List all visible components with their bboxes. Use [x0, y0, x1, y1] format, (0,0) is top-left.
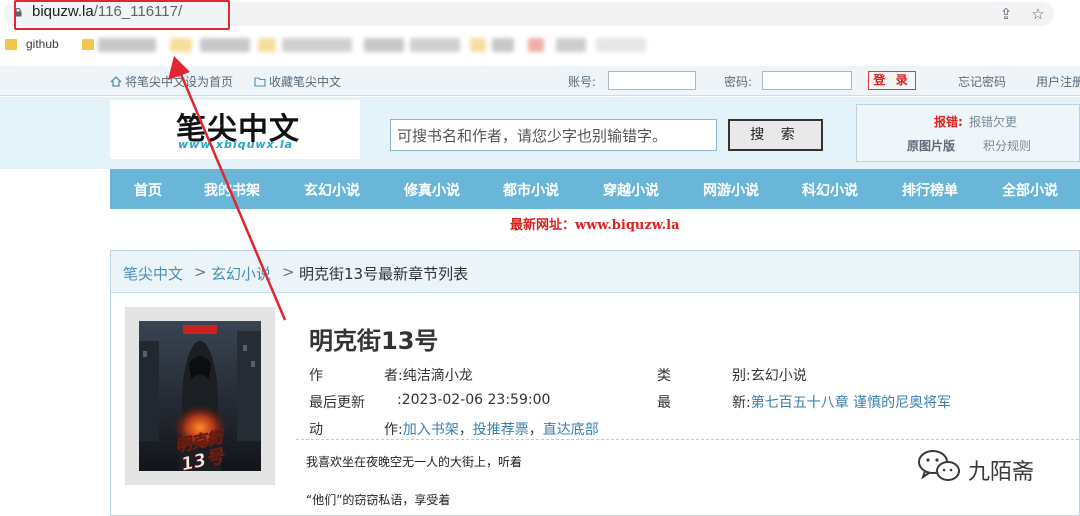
- breadcrumb-separator: >: [282, 263, 295, 281]
- category-row: 别:玄幻小说: [732, 365, 807, 385]
- book-title: 明克街13号: [309, 327, 439, 355]
- star-icon[interactable]: ☆: [1028, 4, 1048, 24]
- address-bar-row: biquzw.la/116_116117/ ⇪ ☆: [0, 0, 1080, 30]
- report-link[interactable]: 报错欠更: [969, 113, 1017, 130]
- author-label-a: 作: [309, 368, 323, 384]
- nav-item-xiuzhen[interactable]: 修真小说: [404, 180, 460, 200]
- wechat-icon: [918, 450, 960, 481]
- nav-item-ranking[interactable]: 排行榜单: [902, 180, 958, 200]
- password-label: 密码:: [724, 75, 753, 89]
- blurred-bookmark[interactable]: [556, 38, 586, 52]
- action-row: 作:加入书架，投推荐票，直达底部: [384, 419, 599, 439]
- intro-line: “他们”的窃窃私语，享受着: [306, 493, 451, 507]
- notice-url: www.biquzw.la: [575, 218, 680, 233]
- blurred-bookmark[interactable]: [470, 38, 486, 52]
- logo-url: www.xbiquwx.la: [178, 138, 294, 151]
- blurred-bookmark[interactable]: [410, 38, 460, 52]
- main-nav: 首页 我的书架 玄幻小说 修真小说 都市小说 穿越小说 网游小说 科幻小说 排行…: [110, 169, 1080, 209]
- password-input[interactable]: [762, 71, 852, 90]
- annotation-highlight-box: [14, 0, 230, 30]
- blurred-bookmark[interactable]: [282, 38, 352, 52]
- nav-item-xuanhuan[interactable]: 玄幻小说: [304, 180, 360, 200]
- breadcrumb-separator: >: [194, 263, 207, 281]
- browser-chrome: biquzw.la/116_116117/ ⇪ ☆ github: [0, 0, 1080, 64]
- updated-label: 最后更新: [309, 395, 365, 411]
- set-homepage-link[interactable]: 将笔尖中文设为首页: [110, 73, 233, 90]
- report-label: 报错:: [934, 115, 963, 129]
- author-name: 纯洁滴小龙: [402, 368, 473, 384]
- share-icon[interactable]: ⇪: [996, 4, 1016, 24]
- bookmark-site-link[interactable]: 收藏笔尖中文: [254, 73, 341, 90]
- category-label-b: 别:: [732, 368, 751, 384]
- action-label-b: 作:: [384, 422, 403, 438]
- home-icon: [110, 76, 122, 87]
- folder-icon: [254, 77, 266, 87]
- search-button[interactable]: 搜 索: [728, 119, 823, 151]
- search-input[interactable]: 可搜书名和作者，请您少字也别输错字。: [390, 119, 717, 151]
- blurred-bookmark[interactable]: [492, 38, 514, 52]
- breadcrumb: 笔尖中文 > 玄幻小说 > 明克街13号最新章节列表: [111, 251, 1079, 293]
- updated-value: :2023-02-06 23:59:00: [397, 392, 551, 408]
- breadcrumb-current: 明克街13号最新章节列表: [299, 265, 469, 283]
- watermark-text: 九陌斋: [968, 460, 1035, 485]
- blurred-bookmark[interactable]: [258, 38, 276, 52]
- site-top-bar: 将笔尖中文设为首页 收藏笔尖中文 账号: 密码: 登 录 忘记密码 用户注册: [0, 66, 1080, 96]
- publisher-badge: [183, 325, 217, 334]
- cover-art: 明克街 13号: [139, 321, 261, 471]
- blurred-bookmark[interactable]: [98, 38, 156, 52]
- nav-item-dushi[interactable]: 都市小说: [503, 180, 559, 200]
- nav-item-wangyou[interactable]: 网游小说: [703, 180, 759, 200]
- book-cover-frame: 明克街 13号: [125, 307, 275, 485]
- nav-item-bookshelf[interactable]: 我的书架: [204, 180, 260, 200]
- bookmarks-bar: github: [0, 32, 1080, 58]
- divider: [296, 439, 1079, 440]
- original-pic-link[interactable]: 原图片版: [907, 137, 955, 154]
- blurred-bookmark[interactable]: [596, 38, 646, 52]
- intro-line: 我喜欢坐在夜晚空无一人的大街上，听着: [306, 455, 523, 469]
- author-row: 者:纯洁滴小龙: [384, 365, 473, 385]
- forgot-password-link[interactable]: 忘记密码: [958, 73, 1006, 90]
- add-to-shelf-link[interactable]: 加入书架: [403, 422, 459, 438]
- breadcrumb-home[interactable]: 笔尖中文: [123, 263, 183, 284]
- set-homepage-label: 将笔尖中文设为首页: [125, 75, 234, 89]
- blurred-bookmark[interactable]: [528, 38, 544, 52]
- blurred-bookmark[interactable]: [170, 38, 192, 52]
- account-input[interactable]: [608, 71, 696, 90]
- blurred-bookmark[interactable]: [364, 38, 404, 52]
- action-separator: ，: [458, 422, 473, 438]
- bookmark-site-label: 收藏笔尖中文: [269, 75, 342, 89]
- latest-label-a: 最: [657, 395, 671, 411]
- watermark: 九陌斋: [916, 446, 1034, 490]
- action-separator: ，: [528, 422, 543, 438]
- bookmark-github[interactable]: github: [26, 37, 59, 51]
- blurred-bookmark[interactable]: [200, 38, 250, 52]
- action-label-a: 动: [309, 422, 323, 438]
- latest-row: 新:第七百五十八章 谨慎的尼奥将军: [732, 392, 951, 412]
- latest-chapter-link[interactable]: 第七百五十八章 谨慎的尼奥将军: [751, 395, 951, 411]
- book-cover-image[interactable]: 明克街 13号: [139, 321, 261, 471]
- login-button[interactable]: 登 录: [868, 71, 916, 90]
- register-link[interactable]: 用户注册: [1036, 73, 1080, 90]
- folder-icon: [82, 39, 94, 50]
- breadcrumb-category[interactable]: 玄幻小说: [211, 263, 271, 284]
- notice-label: 最新网址：: [510, 218, 576, 233]
- side-links-box: 报错: 报错欠更 原图片版 积分规则: [856, 104, 1080, 162]
- category-label-a: 类: [657, 368, 671, 384]
- category-value: 玄幻小说: [750, 368, 807, 384]
- account-label: 账号:: [568, 75, 597, 89]
- nav-item-chuanyue[interactable]: 穿越小说: [603, 180, 659, 200]
- points-rules-link[interactable]: 积分规则: [983, 137, 1031, 154]
- author-label-b: 者:: [384, 368, 403, 384]
- nav-item-all[interactable]: 全部小说: [1002, 180, 1058, 200]
- recommend-vote-link[interactable]: 投推荐票: [473, 422, 529, 438]
- nav-item-home[interactable]: 首页: [134, 180, 162, 200]
- latest-url-notice: 最新网址：www.biquzw.la: [510, 214, 680, 233]
- nav-item-kehuan[interactable]: 科幻小说: [802, 180, 858, 200]
- go-to-bottom-link[interactable]: 直达底部: [543, 422, 599, 438]
- site-logo[interactable]: 笔尖中文 www.xbiquwx.la: [110, 100, 360, 159]
- latest-label-b: 新:: [732, 395, 751, 411]
- folder-icon: [5, 39, 17, 50]
- site-header: 笔尖中文 www.xbiquwx.la 可搜书名和作者，请您少字也别输错字。 搜…: [0, 97, 1080, 169]
